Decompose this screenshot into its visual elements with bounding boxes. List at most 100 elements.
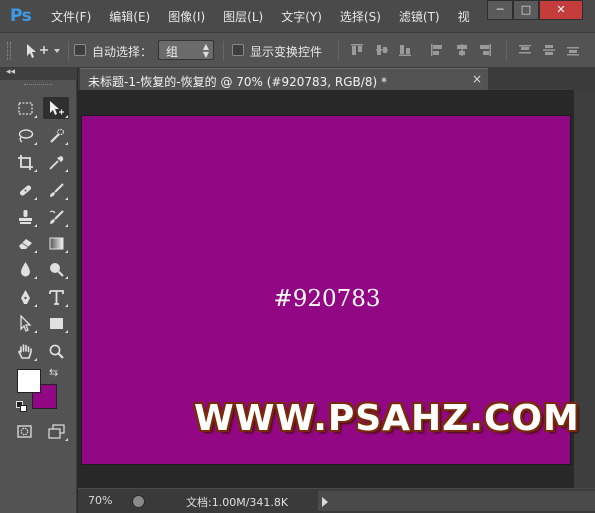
menu-file[interactable]: 文件(F) <box>51 8 91 25</box>
document-size-info: 文档:1.00M/341.8K <box>186 496 289 509</box>
hand-tool[interactable] <box>12 340 38 362</box>
options-separator <box>506 41 507 61</box>
show-transform-label: 显示变换控件 <box>250 45 323 59</box>
status-bar: 70% 文档:1.00M/341.8K <box>78 488 595 513</box>
history-brush-tool[interactable] <box>43 206 69 228</box>
align-right-icon[interactable] <box>478 43 492 57</box>
drop-icon <box>20 261 30 276</box>
magnifier-dodge-icon <box>49 262 64 277</box>
zoom-tool[interactable] <box>43 340 69 362</box>
menu-filter[interactable]: 滤镜(T) <box>399 8 440 25</box>
menu-bar: Ps 文件(F) 编辑(E) 图像(I) 图层(L) 文字(Y) 选择(S) 滤… <box>0 0 595 33</box>
move-tool[interactable] <box>43 97 69 119</box>
move-arrow-icon <box>49 100 64 115</box>
pen-icon <box>20 289 30 304</box>
type-tool[interactable] <box>43 286 69 308</box>
screen-mode-button[interactable] <box>43 420 69 442</box>
options-grip[interactable] <box>7 42 11 60</box>
close-tab-icon[interactable]: × <box>472 72 482 86</box>
bandage-icon <box>19 184 31 196</box>
show-transform-checkbox[interactable] <box>232 44 244 56</box>
horizontal-scrollbar[interactable] <box>318 491 595 511</box>
move-tool-icon <box>27 44 60 58</box>
restore-button[interactable]: □ <box>513 0 539 20</box>
distribute-bottom-icon[interactable] <box>566 43 580 57</box>
path-selection-tool[interactable] <box>12 312 38 334</box>
eyedropper-icon <box>48 155 63 170</box>
rectangle-shape-icon <box>49 317 63 329</box>
document-tab-bar: 未标题-1-恢复的-恢复的 @ 70% (#920783, RGB/8) * × <box>78 68 595 90</box>
blur-tool[interactable] <box>12 258 38 280</box>
pen-tool[interactable] <box>12 286 38 308</box>
canvas-hex-text: #920783 <box>273 286 381 312</box>
zoom-magnifier-icon <box>49 344 64 359</box>
dodge-tool[interactable] <box>43 258 69 280</box>
tools-panel: ◂◂ ⇆ <box>0 67 77 513</box>
type-t-icon <box>48 289 64 305</box>
menu-type[interactable]: 文字(Y) <box>281 8 322 25</box>
minimize-button[interactable]: ─ <box>487 0 513 20</box>
document-canvas[interactable]: #920783 WWW.PSAHZ.COM <box>81 115 579 465</box>
status-menu-arrow-icon[interactable] <box>322 497 328 507</box>
zoom-level[interactable]: 70% <box>88 494 112 507</box>
chevron-down-icon <box>54 49 60 53</box>
menu-view[interactable]: 视 <box>458 8 470 25</box>
gradient-icon <box>49 237 63 249</box>
align-vertical-center-icon[interactable] <box>375 43 389 57</box>
tools-panel-header: ◂◂ <box>0 67 77 80</box>
auto-select-checkbox[interactable] <box>74 44 86 56</box>
quick-mask-button[interactable] <box>11 420 37 442</box>
eyedropper-tool[interactable] <box>43 151 69 173</box>
document-tab[interactable]: 未标题-1-恢复的-恢复的 @ 70% (#920783, RGB/8) * × <box>80 68 488 90</box>
swap-colors-icon[interactable]: ⇆ <box>49 366 58 379</box>
document-tab-title: 未标题-1-恢复的-恢复的 @ 70% (#920783, RGB/8) * <box>88 75 387 89</box>
options-separator <box>223 41 224 61</box>
photoshop-logo: Ps <box>10 6 32 26</box>
align-bottom-icon[interactable] <box>398 43 412 57</box>
distribute-top-icon[interactable] <box>518 43 532 57</box>
toolbox-grip[interactable] <box>24 84 52 86</box>
eraser-tool[interactable] <box>12 232 38 254</box>
menu-layer[interactable]: 图层(L) <box>223 8 263 25</box>
lasso-icon <box>18 128 33 143</box>
clone-stamp-tool[interactable] <box>12 206 38 228</box>
align-horizontal-center-icon[interactable] <box>455 43 469 57</box>
auto-select-label: 自动选择： <box>92 45 153 59</box>
rectangle-tool[interactable] <box>43 312 69 334</box>
gradient-tool[interactable] <box>43 232 69 254</box>
brush-tool[interactable] <box>43 179 69 201</box>
eraser-icon <box>18 238 32 249</box>
align-left-icon[interactable] <box>430 43 444 57</box>
quick-selection-tool[interactable] <box>43 124 69 146</box>
menu-edit[interactable]: 编辑(E) <box>109 8 150 25</box>
quick-selection-brush-icon <box>49 128 64 143</box>
dropdown-arrows-icon: ▲ ▼ <box>202 42 209 59</box>
crop-tool[interactable] <box>12 151 38 173</box>
auto-select-value: 组 <box>166 45 179 59</box>
status-info-icon[interactable] <box>132 495 145 508</box>
default-colors-icon[interactable] <box>16 401 27 412</box>
history-brush-icon <box>49 209 64 224</box>
healing-brush-tool[interactable] <box>12 179 38 201</box>
watermark-text: WWW.PSAHZ.COM <box>194 398 580 439</box>
close-window-button[interactable]: ✕ <box>539 0 583 20</box>
options-bar: 自动选择： 组 ▲ ▼ 显示变换控件 <box>0 33 595 68</box>
auto-select-dropdown[interactable]: 组 ▲ ▼ <box>158 40 214 60</box>
distribute-center-icon[interactable] <box>542 43 556 57</box>
marquee-tool[interactable] <box>12 97 38 119</box>
brush-icon <box>49 182 64 197</box>
menu-items: 文件(F) 编辑(E) 图像(I) 图层(L) 文字(Y) 选择(S) 滤镜(T… <box>42 8 479 25</box>
move-tool-preset[interactable] <box>24 42 64 60</box>
lasso-tool[interactable] <box>12 124 38 146</box>
screen-mode-icon <box>47 423 65 439</box>
crop-icon <box>17 154 33 170</box>
align-top-icon[interactable] <box>350 43 364 57</box>
collapse-panel-icon[interactable]: ◂◂ <box>6 67 15 77</box>
quick-mask-icon <box>16 424 32 438</box>
foreground-color-swatch[interactable] <box>17 369 41 393</box>
menu-image[interactable]: 图像(I) <box>168 8 205 25</box>
hand-icon <box>17 343 32 359</box>
menu-select[interactable]: 选择(S) <box>340 8 381 25</box>
options-separator <box>338 41 339 61</box>
options-separator <box>68 41 69 61</box>
